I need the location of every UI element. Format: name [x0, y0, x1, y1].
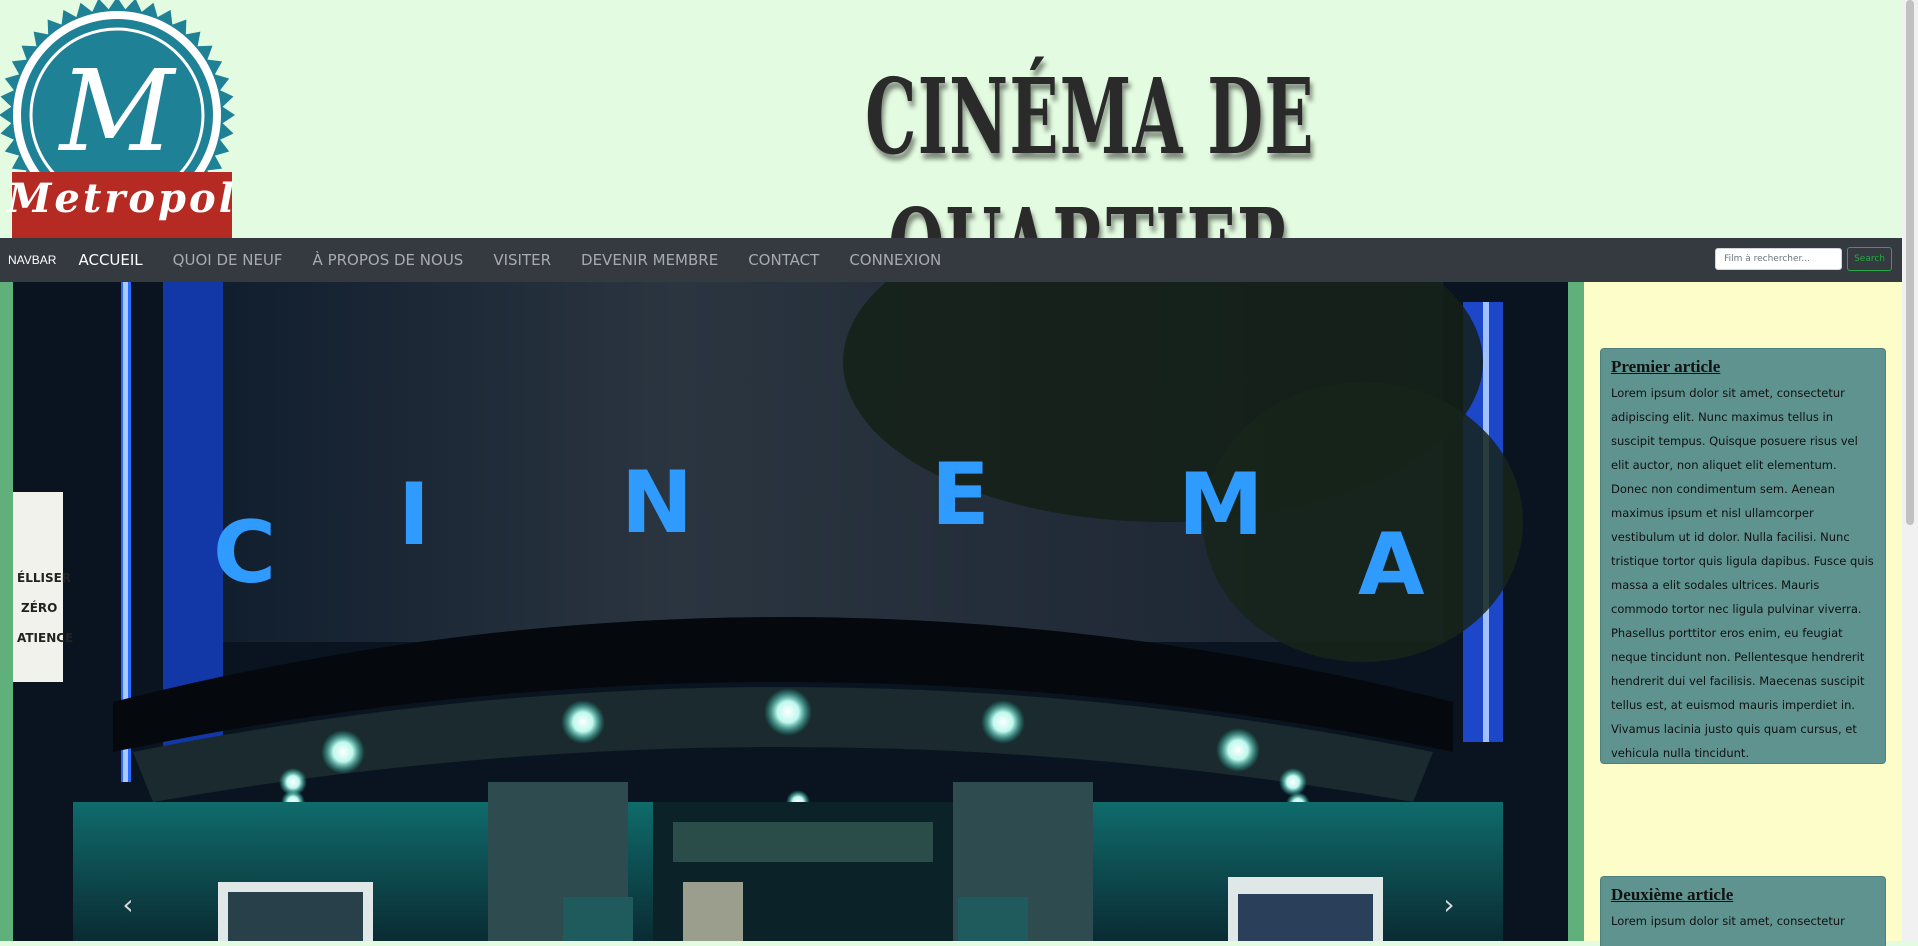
metropol-logo[interactable]: M Metropol	[0, 0, 235, 238]
neon-letter: A	[1358, 515, 1425, 615]
article-card: Deuxième article Lorem ipsum dolor sit a…	[1600, 876, 1886, 946]
poster-line-2: ZÉRO	[21, 600, 57, 615]
chevron-left-icon: ‹	[122, 888, 134, 921]
site-header: M Metropol CINÉMA DE QUARTIER	[0, 0, 1902, 308]
nav-link-contact[interactable]: CONTACT	[748, 251, 819, 269]
nav-link-accueil[interactable]: ACCUEIL	[78, 251, 142, 269]
navbar-brand[interactable]: NAVBAR	[8, 253, 56, 267]
left-side-strip	[0, 282, 13, 941]
main-navbar: NAVBAR ACCUEIL QUOI DE NEUF À PROPOS DE …	[0, 238, 1902, 282]
image-carousel[interactable]: ÉLLISER ZÉRO ATIENCE C I N E M A ‹ ›	[13, 282, 1568, 941]
article-body: Lorem ipsum dolor sit amet, consectetur …	[1611, 386, 1874, 760]
search-button[interactable]: Search	[1847, 247, 1892, 271]
neon-letter: I	[398, 465, 430, 565]
search-form: Search	[1715, 247, 1892, 271]
logo-letter: M	[58, 47, 177, 177]
neon-letter: C	[213, 503, 276, 603]
nav-link-visiter[interactable]: VISITER	[493, 251, 551, 269]
nav-link-connexion[interactable]: CONNEXION	[849, 251, 941, 269]
cinema-facade-photo: ÉLLISER ZÉRO ATIENCE C I N E M A	[13, 282, 1568, 941]
carousel-next-button[interactable]: ›	[1434, 890, 1464, 920]
nav-link-quoi-de-neuf[interactable]: QUOI DE NEUF	[173, 251, 283, 269]
article-card: Premier article Lorem ipsum dolor sit am…	[1600, 348, 1886, 764]
chevron-right-icon: ›	[1443, 888, 1455, 921]
middle-side-strip	[1568, 282, 1584, 941]
poster-line-1: ÉLLISER	[17, 570, 71, 585]
search-input[interactable]	[1715, 248, 1843, 270]
nav-link-a-propos[interactable]: À PROPOS DE NOUS	[313, 251, 464, 269]
carousel-prev-button[interactable]: ‹	[113, 890, 143, 920]
article-body: Lorem ipsum dolor sit amet, consectetur	[1611, 914, 1845, 928]
article-title[interactable]: Premier article	[1611, 357, 1875, 377]
neon-letter: N	[621, 453, 693, 553]
poster-line-3: ATIENCE	[17, 631, 73, 645]
scrollbar-thumb[interactable]	[1906, 0, 1914, 525]
page-scrollbar[interactable]	[1902, 0, 1918, 941]
article-title[interactable]: Deuxième article	[1611, 885, 1875, 905]
logo-name: Metropol	[5, 175, 235, 222]
nav-link-devenir-membre[interactable]: DEVENIR MEMBRE	[581, 251, 718, 269]
neon-letter: M	[1178, 455, 1264, 555]
neon-letter: E	[931, 445, 990, 545]
